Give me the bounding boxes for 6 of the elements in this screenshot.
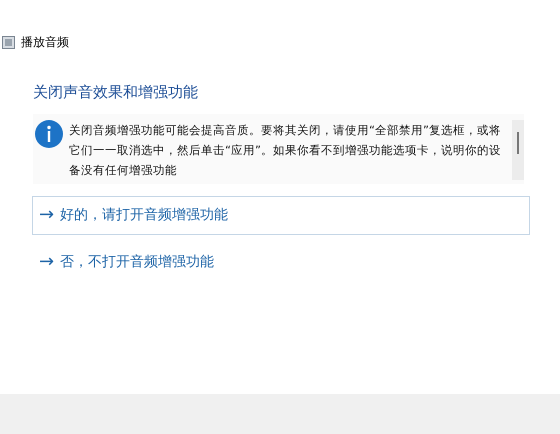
scrollbar[interactable] (512, 120, 524, 180)
app-icon (2, 36, 15, 48)
window-title: 播放音频 (21, 34, 69, 51)
dialog-heading: 关闭声音效果和增强功能 (33, 82, 199, 103)
info-text: 关闭音频增强功能可能会提高音质。要将其关闭，请使用“全部禁用”复选框，或将它们一一取消选中，然后单击“应用”。如果你看不到增强功能选项卡，说明你的设备没有任何增强功能 (69, 122, 502, 178)
option-link[interactable]: → 好的，请打开音频增强功能 (32, 196, 530, 234)
